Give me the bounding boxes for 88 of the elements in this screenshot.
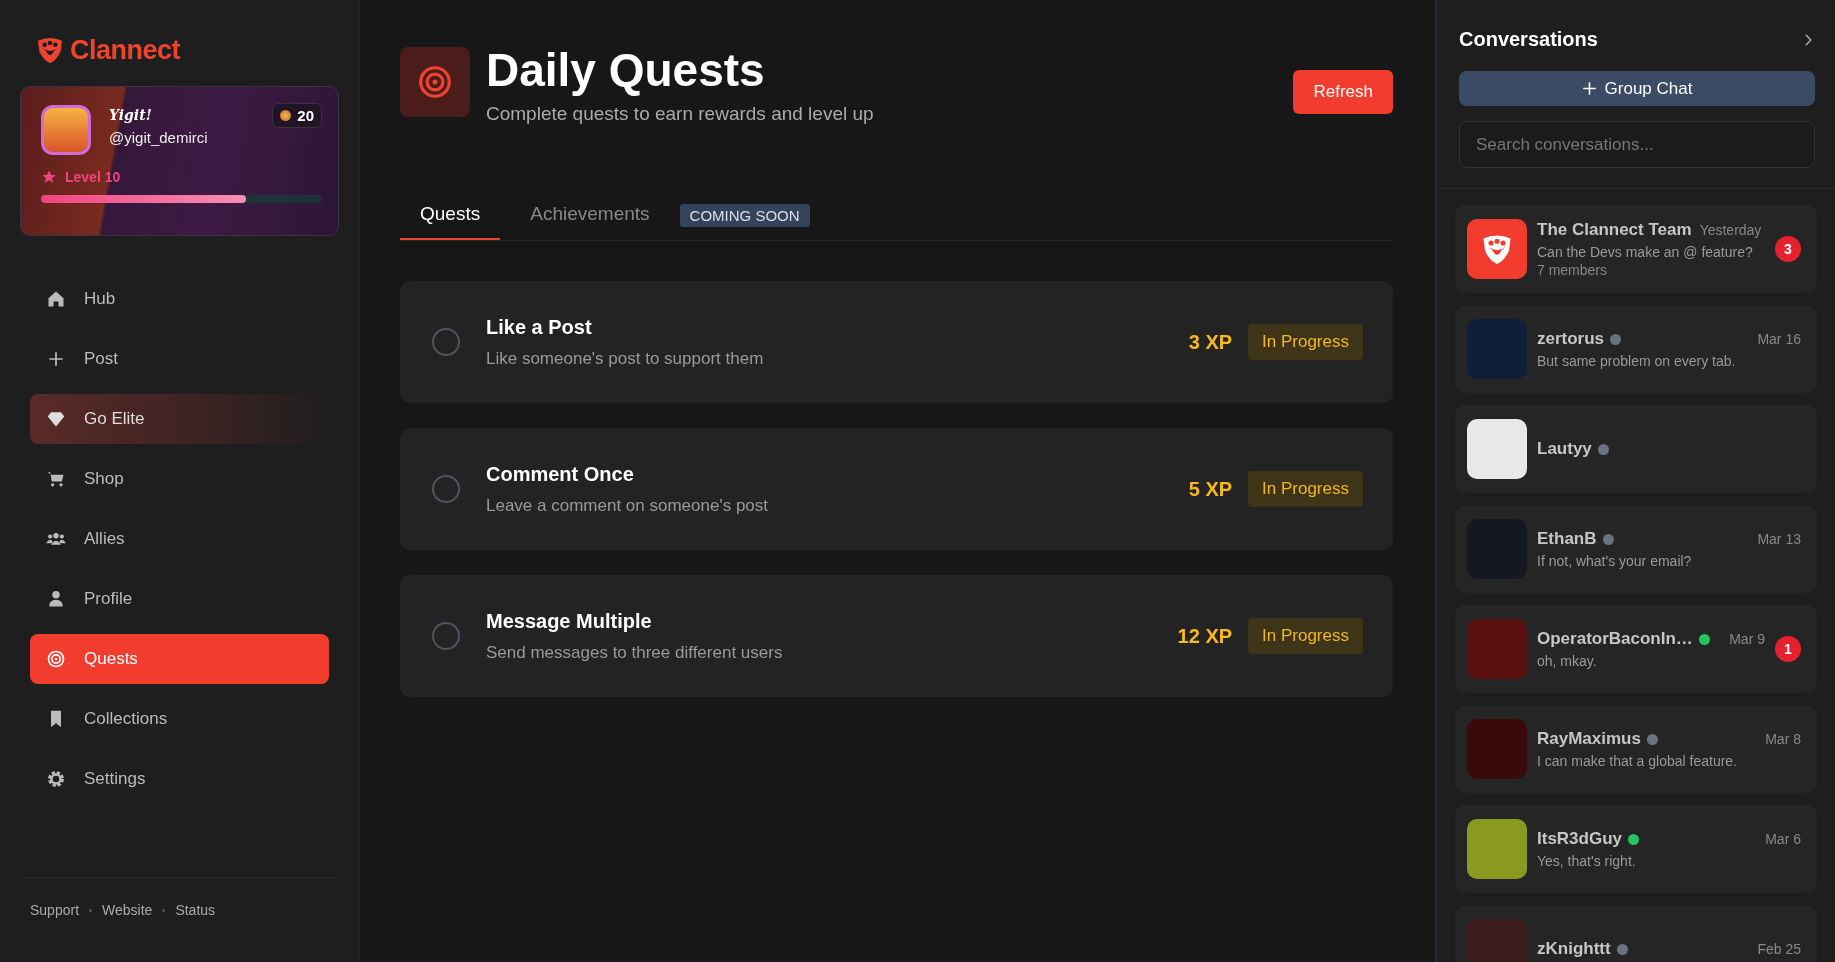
nav-item[interactable]: Allies (30, 514, 329, 564)
plus-icon (46, 349, 66, 369)
contact-name: EthanB (1537, 529, 1597, 549)
footer-link[interactable]: Status (175, 902, 216, 918)
quest-description: Like someone's post to support them (486, 348, 764, 369)
quest-checkbox[interactable] (432, 328, 460, 356)
footer-link[interactable]: Website (102, 902, 153, 918)
message-time: Mar 16 (1757, 331, 1801, 347)
coin-balance: 20 (272, 103, 322, 128)
avatar-picture (1467, 719, 1527, 779)
avatar-picture (1467, 619, 1527, 679)
conversation-item[interactable]: RayMaximus Mar 8 I can make that a global feature. (1455, 705, 1817, 793)
level-label: Level 10 (65, 169, 121, 185)
xp-reward: 3 XP (1188, 330, 1233, 354)
nav-item[interactable]: Shop (30, 454, 329, 504)
message-preview: But same problem on every tab. (1537, 353, 1737, 369)
search-field[interactable]: Search conversations... (1459, 121, 1815, 168)
quest-title: Comment Once (486, 462, 635, 486)
contact-name: ItsR3dGuy (1537, 829, 1623, 849)
nav-item[interactable]: Hub (30, 274, 329, 324)
quest-checkbox[interactable] (432, 475, 460, 503)
page-title: Daily Quests (486, 43, 766, 97)
conversation-item[interactable]: EthanB Mar 13 If not, what's your email? (1455, 505, 1817, 593)
message-time: Feb 25 (1757, 941, 1801, 957)
message-preview: I can make that a global feature. (1537, 753, 1738, 769)
quest-title: Like a Post (486, 315, 593, 339)
message-time: Mar 9 (1729, 631, 1765, 647)
tab[interactable]: Achievements (510, 190, 670, 240)
quest-checkbox[interactable] (432, 622, 460, 650)
user-icon (46, 589, 66, 609)
quest-description: Send messages to three different users (486, 642, 783, 663)
member-count: 7 members (1537, 262, 1609, 278)
display-name: Yigit! (109, 107, 153, 123)
star-icon (41, 169, 57, 185)
conversation-item[interactable]: zKnighttt Feb 25 (1455, 905, 1817, 962)
coming-soon-badge: COMING SOON (679, 203, 810, 227)
message-time: Mar 8 (1765, 731, 1801, 747)
target-icon (46, 649, 66, 669)
avatar-picture (1467, 419, 1527, 479)
nav-item[interactable]: Settings (30, 754, 329, 804)
contact-name: RayMaximus (1537, 729, 1641, 749)
page-subtitle: Complete quests to earn rewards and level up (486, 103, 874, 125)
contact-name: zertorus (1537, 329, 1605, 349)
quest-title: Message Multiple (486, 609, 653, 633)
xp-reward: 5 XP (1188, 477, 1233, 501)
conversation-item[interactable]: OperatorBaconIn… Mar 9 oh, mkay. 1 (1455, 605, 1817, 693)
message-time: Mar 6 (1765, 831, 1801, 847)
message-time: Mar 13 (1757, 531, 1801, 547)
home-icon (46, 289, 66, 309)
message-preview: oh, mkay. (1537, 653, 1598, 669)
footer-link[interactable]: Support (30, 902, 80, 918)
message-preview: Can the Devs make an @ feature? (1537, 244, 1754, 260)
diamond-icon (46, 409, 66, 429)
cart-icon (46, 469, 66, 489)
nav-item[interactable]: Post (30, 334, 329, 384)
group-chat-button[interactable]: Group Chat (1459, 71, 1815, 106)
quest-header-icon (400, 47, 470, 117)
coin-icon (280, 110, 292, 121)
unread-badge: 3 (1775, 236, 1801, 262)
message-preview: Yes, that's right. (1537, 853, 1637, 869)
plus-icon (1581, 81, 1597, 96)
quest-description: Leave a comment on someone's post (486, 495, 769, 516)
status-badge: In Progress (1248, 471, 1363, 507)
avatar-picture (41, 105, 91, 155)
message-preview: If not, what's your email? (1537, 553, 1693, 569)
contact-name: zKnighttt (1537, 939, 1611, 959)
message-time: Yesterday (1699, 222, 1762, 238)
unread-badge: 1 (1775, 636, 1801, 662)
panel-title: Conversations (1459, 28, 1598, 51)
conversation-item[interactable]: The Clannect Team Yesterday Can the Devs make an @ feature? 7 members 3 (1455, 205, 1817, 293)
contact-name: Lautyy (1537, 439, 1592, 459)
contact-name: OperatorBaconIn… (1537, 629, 1693, 649)
nav-item[interactable]: Collections (30, 694, 329, 744)
conversation-item[interactable]: ItsR3dGuy Mar 6 Yes, that's right. (1455, 805, 1817, 893)
gear-icon (46, 769, 66, 789)
tab[interactable]: Quests (400, 190, 501, 240)
contact-name: The Clannect Team (1537, 220, 1692, 240)
conversation-item[interactable]: Lautyy (1455, 405, 1817, 493)
xp-reward: 12 XP (1177, 624, 1233, 648)
nav-item[interactable]: Profile (30, 574, 329, 624)
username: @yigit_demirci (109, 129, 208, 146)
refresh-button[interactable]: Refresh (1293, 70, 1393, 114)
status-badge: In Progress (1248, 618, 1363, 654)
avatar-picture (1467, 819, 1527, 879)
conversation-item[interactable]: zertorus Mar 16 But same problem on every tab. (1455, 305, 1817, 393)
status-badge: In Progress (1248, 324, 1363, 360)
brand-name: Clannect (70, 34, 181, 66)
nav-item[interactable]: Quests (30, 634, 329, 684)
